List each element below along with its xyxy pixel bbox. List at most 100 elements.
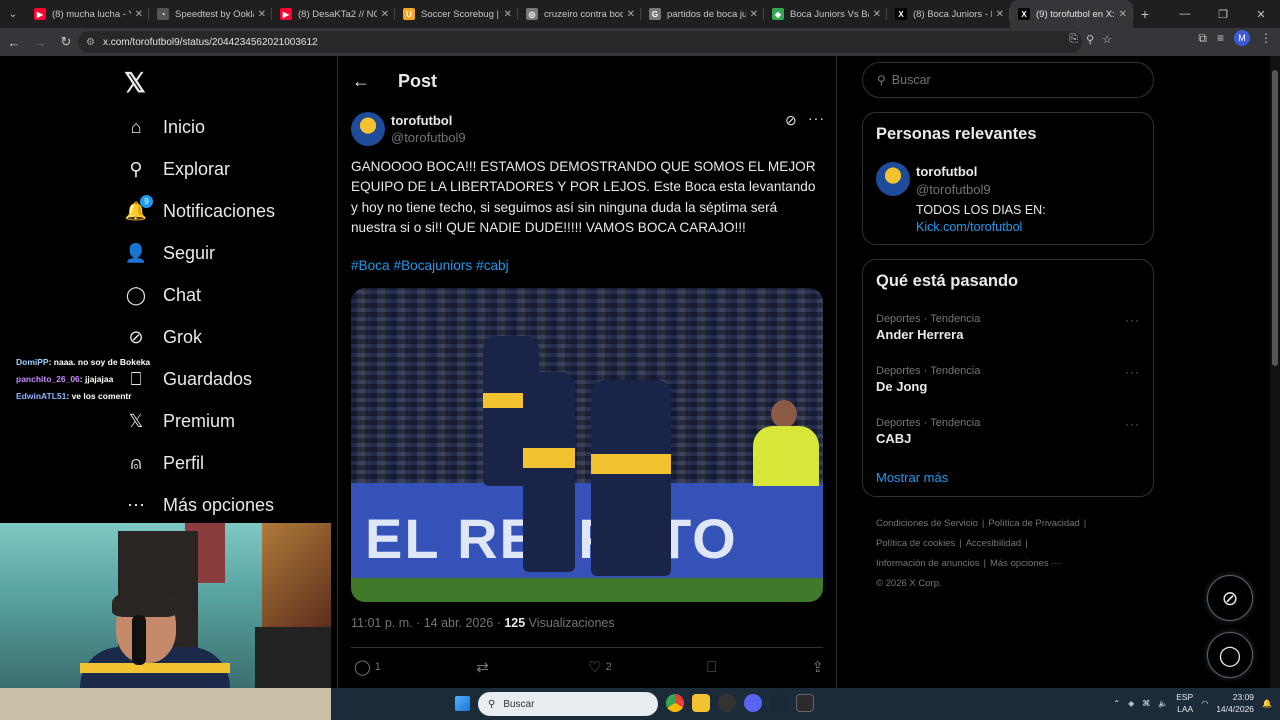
nav-item-seguir[interactable]: 👤 Seguir (112, 232, 275, 274)
address-bar[interactable]: ⚙ x.com/torofutbol9/status/2044234562021… (78, 31, 1082, 53)
tab-close-icon[interactable]: ✕ (627, 9, 635, 20)
close-window-button[interactable]: ✕ (1242, 0, 1280, 28)
tab-close-icon[interactable]: ✕ (135, 9, 143, 20)
nav-item-notificaciones[interactable]: 🔔 9 Notificaciones (112, 190, 275, 232)
tab-close-icon[interactable]: ✕ (381, 9, 389, 20)
volume-icon[interactable]: 🔈 (1158, 699, 1168, 708)
trend-more-icon[interactable]: ··· (1125, 365, 1140, 379)
hashtag-link[interactable]: #Boca (351, 258, 390, 273)
trend-more-icon[interactable]: ··· (1125, 417, 1140, 431)
back-button[interactable]: ← (2, 30, 26, 54)
browser-tab[interactable]: ◔Speedtest by Ookla -✕ (149, 0, 272, 28)
author-handle[interactable]: @torofutbol9 (391, 130, 466, 145)
taskbar-search[interactable]: ⚲ Buscar (478, 692, 658, 716)
chat-fab-button[interactable]: ◯ (1207, 632, 1253, 678)
author-name[interactable]: torofutbol (391, 113, 452, 128)
hashtag-link[interactable]: #cabj (476, 258, 509, 273)
zoom-icon[interactable]: ⚲ (1086, 33, 1094, 46)
windows-start-icon[interactable] (455, 696, 470, 711)
relevant-user-handle[interactable]: @torofutbol9 (916, 182, 991, 197)
extensions-icon[interactable]: ⧉ (1198, 31, 1207, 46)
footer-link[interactable]: Accesibilidad (966, 538, 1021, 549)
nav-item-m-s-opciones[interactable]: ⋯ Más opciones (112, 484, 275, 526)
browser-tab[interactable]: X(8) Boca Juniors - La✕ (887, 0, 1010, 28)
nav-item-perfil[interactable]: ⍝ Perfil (112, 442, 275, 484)
bookmark-button[interactable]: ⎕ (707, 658, 716, 676)
tray-chevron-icon[interactable]: ⌃ (1113, 699, 1120, 708)
tab-close-icon[interactable]: ✕ (258, 9, 266, 20)
author-avatar[interactable] (351, 112, 385, 146)
network-icon[interactable]: ⌘ (1142, 699, 1150, 708)
forward-button[interactable]: → (28, 30, 52, 54)
steam-app-icon[interactable] (770, 694, 788, 712)
tab-search-button[interactable]: ⌄ (0, 0, 26, 28)
bookmark-star-icon[interactable]: ☆ (1102, 33, 1112, 46)
minimize-button[interactable]: — (1166, 0, 1204, 28)
repost-icon: ⇄ (476, 659, 489, 676)
relevant-user-avatar[interactable] (876, 162, 910, 196)
lang-indicator[interactable]: ESP LAA (1176, 691, 1193, 715)
footer-link[interactable]: Política de cookies (876, 538, 955, 549)
reload-button[interactable]: ↻ (54, 30, 78, 54)
browser-tab[interactable]: ◎ cruzeiro contra boca ✕ (518, 0, 641, 28)
nav-item-premium[interactable]: 𝕏 Premium (112, 400, 275, 442)
obs-app-icon[interactable] (718, 694, 736, 712)
folder-app-icon[interactable] (692, 694, 710, 712)
show-more-link[interactable]: Mostrar más (876, 470, 948, 485)
footer-link[interactable]: Condiciones de Servicio (876, 518, 978, 529)
tab-close-icon[interactable]: ✕ (504, 9, 512, 20)
terminal-app-icon[interactable] (796, 694, 814, 712)
browser-tab[interactable]: ▶(8) DesaKTa2 // NO S✕ (272, 0, 395, 28)
install-app-icon[interactable]: ⎘ (1069, 33, 1078, 46)
nav-item-inicio[interactable]: ⌂ Inicio (112, 106, 275, 148)
post-image[interactable]: EL RESPETO (351, 288, 823, 602)
post-time[interactable]: 11:01 p. m. · 14 abr. 2026 · (351, 616, 504, 630)
hashtag-link[interactable]: #Bocajuniors (394, 258, 473, 273)
chrome-app-icon[interactable] (666, 694, 684, 712)
nav-item-explorar[interactable]: ⚲ Explorar (112, 148, 275, 190)
tab-close-icon[interactable]: ✕ (873, 9, 881, 20)
page-scrollbar[interactable] (1270, 56, 1280, 688)
tab-close-icon[interactable]: ✕ (996, 9, 1004, 20)
new-tab-button[interactable]: + (1133, 6, 1157, 22)
browser-tab[interactable]: ▶(8) mucha lucha - You✕ (26, 0, 149, 28)
notification-bell-icon[interactable]: 🔔 (1262, 699, 1272, 708)
tab-close-icon[interactable]: ✕ (750, 9, 758, 20)
browser-tab[interactable]: X (9) torofutbol en X: ✕ (1010, 0, 1133, 28)
relevant-user-name[interactable]: torofutbol (916, 164, 977, 179)
back-arrow-icon[interactable]: ← (352, 71, 372, 92)
grok-icon[interactable]: ⊘ (785, 112, 797, 129)
nav-item-grok[interactable]: ⊘ Grok (112, 316, 275, 358)
media-controls-icon[interactable]: ≡ (1217, 31, 1224, 45)
discord-app-icon[interactable] (744, 694, 762, 712)
search-input[interactable]: ⚲ Buscar (862, 62, 1154, 98)
like-button[interactable]: ♡ 2 (588, 658, 612, 676)
trend-item[interactable]: Deportes · Tendencia De Jong ··· (876, 365, 1142, 394)
repost-button[interactable]: ⇄ (476, 658, 493, 676)
nav-item-chat[interactable]: ◯ Chat (112, 274, 275, 316)
chrome-menu-icon[interactable]: ⋮ (1260, 31, 1272, 45)
maximize-button[interactable]: ❐ (1204, 0, 1242, 28)
browser-tab[interactable]: USoccer Scorebug | Lu✕ (395, 0, 518, 28)
wifi-icon[interactable]: ◠ (1201, 699, 1208, 708)
clock[interactable]: 23:09 14/4/2026 (1216, 691, 1254, 715)
trend-more-icon[interactable]: ··· (1125, 313, 1140, 327)
tray-app-icon[interactable]: ◈ (1128, 699, 1134, 708)
profile-avatar-button[interactable]: M (1234, 30, 1250, 46)
x-logo-icon[interactable]: 𝕏 (124, 68, 146, 99)
more-options-icon[interactable]: ··· (808, 110, 825, 126)
relevant-user-link[interactable]: Kick.com/torofutbol (916, 219, 1046, 236)
tab-close-icon[interactable]: ✕ (1119, 9, 1127, 20)
share-button[interactable]: ⇪ (811, 658, 824, 676)
grok-fab-button[interactable]: ⊘ (1207, 575, 1253, 621)
footer-link[interactable]: Más opciones ··· (990, 558, 1061, 569)
site-info-icon[interactable]: ⚙ (86, 37, 95, 48)
footer-link[interactable]: Información de anuncios (876, 558, 980, 569)
reply-button[interactable]: ◯ 1 (354, 658, 381, 676)
browser-tab[interactable]: Gpartidos de boca jun ✕ (641, 0, 764, 28)
trend-item[interactable]: Deportes · Tendencia Ander Herrera ··· (876, 313, 1142, 342)
footer-link[interactable]: Política de Privacidad (988, 518, 1079, 529)
browser-tab[interactable]: ◆Boca Juniors Vs Barc✕ (764, 0, 887, 28)
footer-link[interactable]: © 2026 X Corp. (876, 578, 942, 589)
trend-item[interactable]: Deportes · Tendencia CABJ ··· (876, 417, 1142, 446)
